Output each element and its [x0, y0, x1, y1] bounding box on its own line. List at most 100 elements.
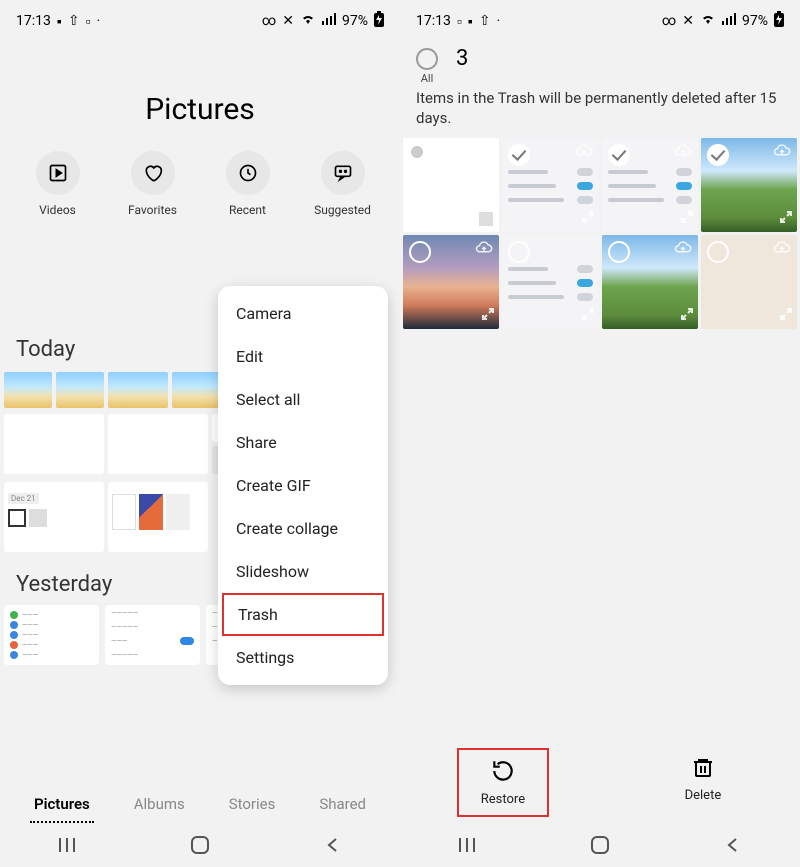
nav-bar: [400, 823, 800, 867]
menu-share[interactable]: Share: [218, 421, 388, 464]
overflow-menu: Camera Edit Select all Share Create GIF …: [218, 286, 388, 685]
battery-icon: [374, 11, 384, 31]
status-right: ∞ ✕ 97%: [662, 11, 784, 31]
nav-back[interactable]: [321, 833, 345, 857]
trash-cell[interactable]: [403, 235, 499, 329]
select-circle-icon[interactable]: [707, 241, 729, 263]
page-title: Pictures: [0, 92, 400, 127]
thumb[interactable]: [56, 372, 104, 408]
bag-icon: ▪: [57, 13, 62, 30]
status-bar: 17:13 ▫ ▪ ⇧ · ∞ ✕ 97%: [400, 0, 800, 42]
chat-icon: [321, 151, 365, 195]
vpn-icon: ∞: [662, 13, 676, 29]
trash-cell[interactable]: [701, 235, 797, 329]
quick-label: Favorites: [128, 203, 177, 217]
image-icon: ▫: [86, 13, 91, 30]
restore-label: Restore: [481, 792, 525, 807]
menu-slideshow[interactable]: Slideshow: [218, 550, 388, 593]
phone-left: 17:13 ▪ ⇧ ▫ · ∞ ✕ 97% Pictures: [0, 0, 400, 867]
thumb[interactable]: ————— ————— ——— —————: [105, 605, 200, 665]
select-circle-icon[interactable]: [608, 241, 630, 263]
battery-icon: [774, 11, 784, 31]
menu-create-gif[interactable]: Create GIF: [218, 464, 388, 507]
vpn-icon: ∞: [262, 13, 276, 29]
dot-icon: ·: [497, 13, 501, 29]
image-icon: ▫: [457, 13, 462, 30]
trash-cell[interactable]: [403, 138, 499, 232]
quick-access-row: Videos Favorites Recent Suggested: [0, 151, 400, 217]
videos-icon: [36, 151, 80, 195]
status-bar: 17:13 ▪ ⇧ ▫ · ∞ ✕ 97%: [0, 0, 400, 42]
gallery-tabs: Pictures Albums Stories Shared: [0, 787, 400, 823]
selected-count: 3: [456, 46, 468, 71]
nav-recent[interactable]: [455, 833, 479, 857]
tab-stories[interactable]: Stories: [225, 787, 280, 823]
trash-header: All 3: [400, 42, 800, 85]
menu-trash[interactable]: Trash: [222, 593, 384, 636]
mute-icon: ✕: [282, 13, 294, 29]
tab-pictures[interactable]: Pictures: [30, 787, 94, 823]
quick-label: Videos: [39, 203, 76, 217]
select-circle-icon[interactable]: [508, 241, 530, 263]
nav-bar: [0, 823, 400, 867]
menu-camera[interactable]: Camera: [218, 292, 388, 335]
delete-button[interactable]: Delete: [663, 748, 744, 817]
thumb[interactable]: [108, 482, 208, 552]
cloud-upload-icon: [674, 240, 692, 259]
trash-cell[interactable]: [502, 138, 598, 232]
tab-albums[interactable]: Albums: [130, 787, 189, 823]
delete-label: Delete: [685, 788, 722, 803]
status-battery: 97%: [742, 13, 768, 29]
clock-icon: [226, 151, 270, 195]
menu-edit[interactable]: Edit: [218, 335, 388, 378]
nav-home[interactable]: [188, 833, 212, 857]
expand-icon: [581, 209, 595, 228]
quick-videos[interactable]: Videos: [15, 151, 101, 217]
thumb[interactable]: Dec 21: [4, 482, 104, 552]
status-left: 17:13 ▫ ▪ ⇧ ·: [416, 13, 500, 30]
thumb[interactable]: [108, 414, 208, 474]
signal-icon: [322, 13, 336, 29]
quick-recent[interactable]: Recent: [205, 151, 291, 217]
cloud-upload-icon: [475, 240, 493, 259]
trash-cell[interactable]: [602, 138, 698, 232]
trash-icon: [691, 756, 715, 784]
trash-cell[interactable]: [701, 138, 797, 232]
quick-suggested[interactable]: Suggested: [300, 151, 386, 217]
select-all-toggle[interactable]: All: [416, 48, 438, 85]
thumb[interactable]: [4, 372, 52, 408]
thumb[interactable]: ——— ——— ——— ——— ———: [4, 605, 99, 665]
thumb[interactable]: [172, 372, 220, 408]
thumb[interactable]: [4, 414, 104, 474]
menu-select-all[interactable]: Select all: [218, 378, 388, 421]
action-bar: Restore Delete: [400, 742, 800, 823]
nav-back[interactable]: [721, 833, 745, 857]
quick-label: Recent: [229, 203, 266, 217]
trash-message: Items in the Trash will be permanently d…: [400, 85, 800, 138]
selected-check-icon[interactable]: [608, 144, 630, 166]
nav-recent[interactable]: [55, 833, 79, 857]
restore-icon: [490, 758, 516, 788]
cloud-upload-icon: [773, 143, 791, 162]
status-right: ∞ ✕ 97%: [262, 11, 384, 31]
menu-create-collage[interactable]: Create collage: [218, 507, 388, 550]
select-circle-icon[interactable]: [409, 241, 431, 263]
quick-favorites[interactable]: Favorites: [110, 151, 196, 217]
mute-icon: ✕: [682, 13, 694, 29]
wifi-icon: [300, 13, 316, 29]
trash-cell[interactable]: [602, 235, 698, 329]
selected-check-icon[interactable]: [707, 144, 729, 166]
signal-icon: [722, 13, 736, 29]
expand-icon: [680, 209, 694, 228]
cloud-upload-icon: [674, 143, 692, 162]
restore-button[interactable]: Restore: [457, 748, 549, 817]
tab-shared[interactable]: Shared: [315, 787, 370, 823]
status-time: 17:13: [416, 13, 451, 29]
menu-settings[interactable]: Settings: [218, 636, 388, 679]
thumb[interactable]: [108, 372, 168, 408]
nav-home[interactable]: [588, 833, 612, 857]
upload-icon: ⇧: [479, 13, 491, 29]
selected-check-icon[interactable]: [508, 144, 530, 166]
trash-grid: [400, 138, 800, 329]
trash-cell[interactable]: [502, 235, 598, 329]
